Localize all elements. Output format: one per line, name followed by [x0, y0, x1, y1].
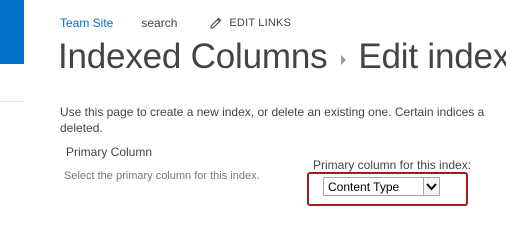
primary-column-select[interactable]: Content Type	[323, 177, 440, 196]
primary-column-select-value: Content Type	[328, 179, 400, 194]
team-site-link[interactable]: Team Site	[60, 16, 113, 30]
page: Team Site search EDIT LINKS Indexed Colu…	[0, 0, 506, 223]
primary-column-field-label: Primary column for this index:	[313, 158, 472, 172]
primary-column-heading: Primary Column	[66, 145, 153, 159]
breadcrumb-separator-icon	[341, 55, 347, 65]
page-description: Use this page to create a new index, or …	[60, 105, 485, 135]
edit-links-button[interactable]: EDIT LINKS	[210, 17, 291, 29]
edit-links-label: EDIT LINKS	[229, 17, 292, 29]
search-link[interactable]: search	[141, 16, 177, 30]
top-navigation: Team Site search EDIT LINKS	[60, 14, 291, 32]
suite-bar-logo-block[interactable]	[0, 0, 24, 64]
pencil-icon	[210, 17, 222, 29]
dropdown-arrow-glyph	[426, 183, 437, 191]
page-title: Indexed Columns Edit index	[58, 34, 506, 80]
breadcrumb-parent[interactable]: Indexed Columns	[58, 37, 328, 77]
primary-column-description: Select the primary column for this index…	[64, 170, 260, 182]
left-nav-divider	[0, 101, 24, 102]
breadcrumb-current: Edit index	[358, 37, 506, 76]
chevron-down-icon[interactable]	[423, 178, 439, 195]
